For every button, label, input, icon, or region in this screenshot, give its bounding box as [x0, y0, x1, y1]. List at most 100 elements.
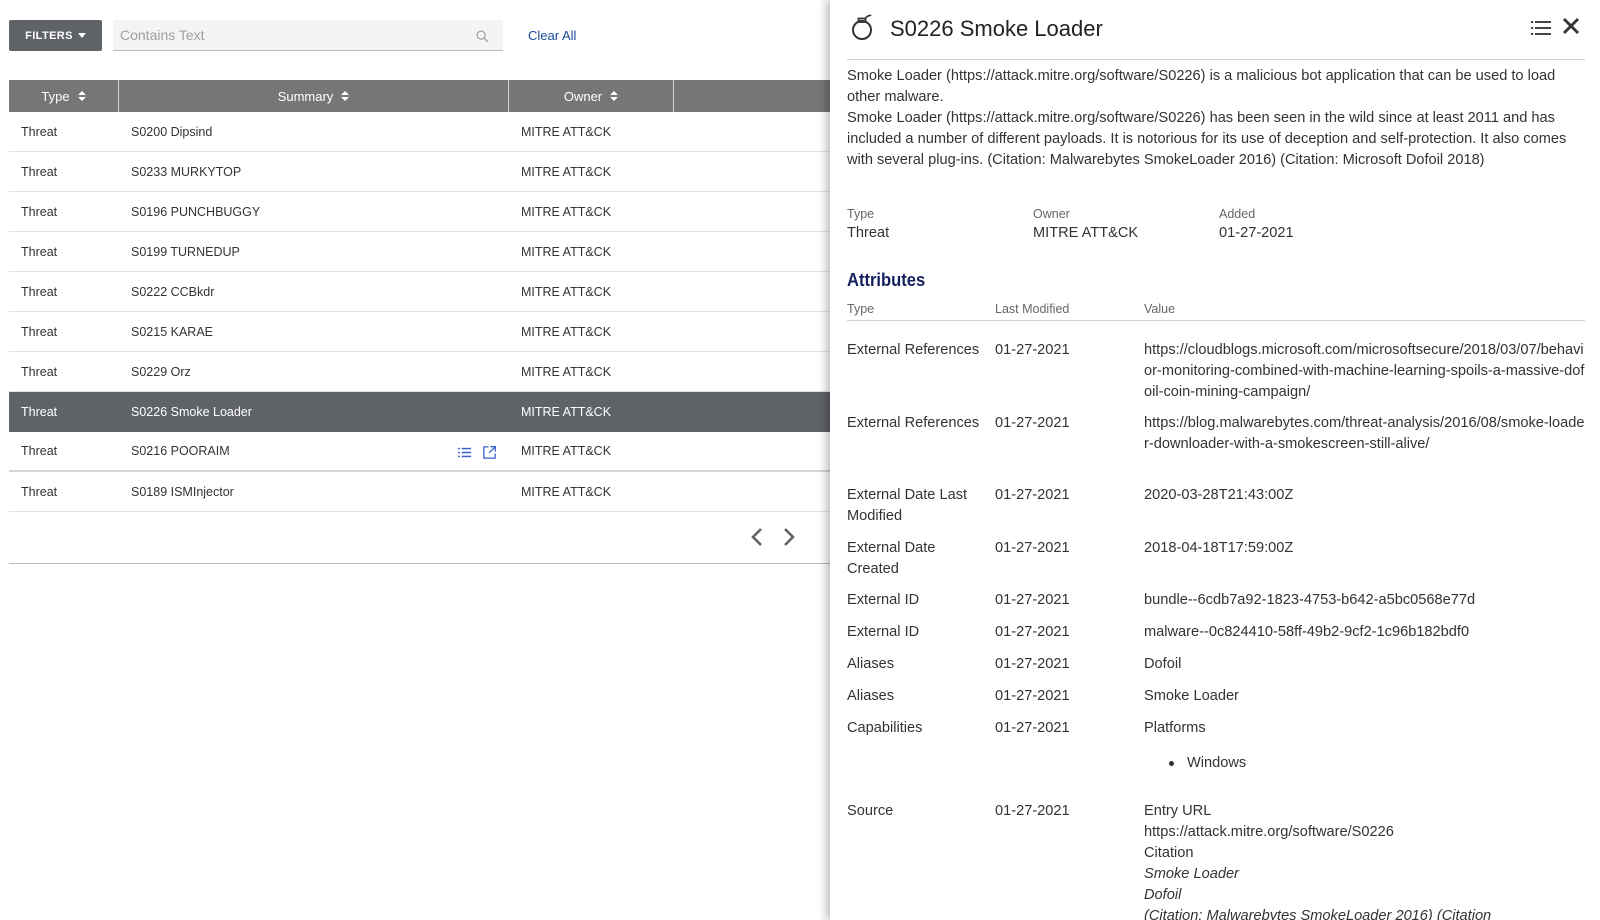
attr-value: Dofoil: [1144, 656, 1182, 672]
attr-value: Entry URL https://attack.mitre.org/softw…: [1144, 801, 1585, 920]
column-header-summary[interactable]: Summary: [119, 80, 509, 112]
cell-summary: S0200 Dipsind: [131, 124, 213, 139]
meta-value: 01-27-2021: [1219, 225, 1294, 241]
cell-type: Threat: [21, 284, 58, 299]
attr-modified: 01-27-2021: [995, 487, 1070, 503]
cell-owner: MITRE ATT&CK: [521, 444, 612, 458]
cell-summary: S0233 MURKYTOP: [131, 164, 242, 179]
table-row-hovered[interactable]: Threat S0216 POORAIM MITRE ATT&CK: [9, 432, 830, 472]
attr-value: Platforms Windows: [1144, 718, 1585, 801]
description-paragraph: Smoke Loader (https://attack.mitre.org/s…: [847, 68, 1556, 105]
list-view-icon[interactable]: [1531, 19, 1551, 37]
cell-owner: MITRE ATT&CK: [521, 204, 612, 219]
search-icon[interactable]: [476, 30, 489, 43]
filters-button[interactable]: FILTERS: [9, 20, 102, 51]
close-icon[interactable]: [1561, 16, 1581, 36]
capability-group: Platforms: [1144, 720, 1206, 736]
attr-modified: 01-27-2021: [995, 592, 1070, 608]
source-citation-label: Citation: [1144, 845, 1194, 861]
description-paragraph: Smoke Loader (https://attack.mitre.org/s…: [847, 110, 1567, 168]
attribute-row-capabilities: Capabilities 01-27-2021 Platforms Window…: [847, 718, 1585, 801]
source-entry-url-label: Entry URL: [1144, 803, 1212, 819]
sort-icon: [341, 91, 350, 101]
attribute-row: Aliases 01-27-2021 Smoke Loader: [847, 686, 1585, 718]
cell-owner: MITRE ATT&CK: [521, 284, 612, 299]
cell-summary-text: S0216 POORAIM: [131, 444, 230, 458]
table-row[interactable]: Threat S0229 Orz MITRE ATT&CK: [9, 352, 830, 392]
table-row[interactable]: Threat S0222 CCBkdr MITRE ATT&CK: [9, 272, 830, 312]
attr-type: External References: [847, 342, 980, 358]
list-toolbar: FILTERS Clear All: [9, 20, 829, 52]
source-citation: Dofoil: [1144, 887, 1182, 903]
sort-icon: [610, 91, 619, 101]
chevron-left-icon[interactable]: [747, 525, 767, 549]
threat-description: Smoke Loader (https://attack.mitre.org/s…: [847, 66, 1577, 171]
attr-modified: 01-27-2021: [995, 720, 1070, 736]
cell-owner: MITRE ATT&CK: [521, 244, 612, 259]
cell-summary: S0229 Orz: [131, 364, 191, 379]
source-entry-url[interactable]: https://attack.mitre.org/software/S0226: [1144, 822, 1585, 843]
cell-type: Threat: [21, 124, 58, 139]
threat-list-panel: FILTERS Clear All Type Summary Owner: [0, 0, 830, 920]
table-row[interactable]: Threat S0189 ISMInjector MITRE ATT&CK: [9, 472, 830, 512]
list-details-icon[interactable]: [457, 445, 472, 460]
chevron-right-icon[interactable]: [779, 525, 799, 549]
source-citation: Smoke Loader: [1144, 866, 1239, 882]
clear-all-link[interactable]: Clear All: [528, 28, 576, 43]
attribute-row: External Date Created 01-27-2021 2018-04…: [847, 538, 1585, 590]
attr-type: External ID: [847, 624, 920, 640]
table-row[interactable]: Threat S0200 Dipsind MITRE ATT&CK: [9, 112, 830, 152]
attr-column-value: Value: [1144, 302, 1176, 316]
cell-owner: MITRE ATT&CK: [521, 124, 612, 139]
attribute-row: Aliases 01-27-2021 Dofoil: [847, 654, 1585, 686]
attributes-header: Type Last Modified Value: [847, 300, 1585, 321]
cell-type: Threat: [21, 324, 58, 339]
search-box: [113, 20, 503, 51]
cell-summary: S0196 PUNCHBUGGY: [131, 204, 261, 219]
cell-type: Threat: [21, 244, 58, 259]
table-row-selected[interactable]: Threat S0226 Smoke Loader MITRE ATT&CK: [9, 392, 830, 432]
open-external-icon[interactable]: [482, 445, 497, 460]
table-row[interactable]: Threat S0199 TURNEDUP MITRE ATT&CK: [9, 232, 830, 272]
drawer-header: S0226 Smoke Loader: [847, 12, 1585, 60]
attr-modified: 01-27-2021: [995, 540, 1070, 556]
capability-items: Windows: [1144, 753, 1585, 774]
attr-value: 2020-03-28T21:43:00Z: [1144, 487, 1294, 503]
attr-value[interactable]: https://blog.malwarebytes.com/threat-ana…: [1144, 413, 1585, 485]
pagination: [9, 522, 830, 564]
attr-value[interactable]: https://cloudblogs.microsoft.com/microso…: [1144, 340, 1585, 413]
meta-value: MITRE ATT&CK: [1033, 225, 1139, 241]
table-row[interactable]: Threat S0215 KARAE MITRE ATT&CK: [9, 312, 830, 352]
column-header-type[interactable]: Type: [9, 80, 119, 112]
attributes-heading: Attributes: [847, 270, 926, 290]
cell-owner: MITRE ATT&CK: [521, 364, 612, 379]
attribute-row: External References 01-27-2021 https://c…: [847, 340, 1585, 413]
detail-drawer: S0226 Smoke Loader Smoke Loader (https:/…: [830, 0, 1600, 920]
attr-modified: 01-27-2021: [995, 415, 1070, 431]
source-citation: (Citation: Malwarebytes SmokeLoader 2016…: [1144, 908, 1492, 920]
row-actions: [457, 445, 497, 460]
cell-type: Threat: [21, 444, 58, 458]
cell-owner: MITRE ATT&CK: [521, 324, 612, 339]
threat-table: Type Summary Owner Threat S0200 Dipsind …: [9, 80, 830, 512]
attribute-row: External ID 01-27-2021 bundle--6cdb7a92-…: [847, 590, 1585, 622]
filters-label: FILTERS: [25, 29, 73, 42]
column-header-empty: [674, 80, 830, 112]
table-row[interactable]: Threat S0233 MURKYTOP MITRE ATT&CK: [9, 152, 830, 192]
search-input[interactable]: [113, 20, 503, 50]
cell-owner: MITRE ATT&CK: [521, 164, 612, 179]
threat-bomb-icon: [852, 14, 872, 40]
attr-column-type: Type: [847, 302, 875, 316]
attributes-list: External References 01-27-2021 https://c…: [847, 340, 1585, 920]
attr-modified: 01-27-2021: [995, 688, 1070, 704]
attr-type: External References: [847, 415, 980, 431]
column-header-owner[interactable]: Owner: [509, 80, 674, 112]
attr-modified: 01-27-2021: [995, 342, 1070, 358]
cell-type: Threat: [21, 204, 58, 219]
threat-meta: Type Threat Owner MITRE ATT&CK Added 01-…: [847, 206, 1447, 244]
table-header: Type Summary Owner: [9, 80, 830, 112]
cell-summary: S0226 Smoke Loader: [131, 404, 252, 419]
table-row[interactable]: Threat S0196 PUNCHBUGGY MITRE ATT&CK: [9, 192, 830, 232]
cell-summary: S0215 KARAE: [131, 324, 213, 339]
meta-owner: Owner MITRE ATT&CK: [1033, 206, 1219, 244]
